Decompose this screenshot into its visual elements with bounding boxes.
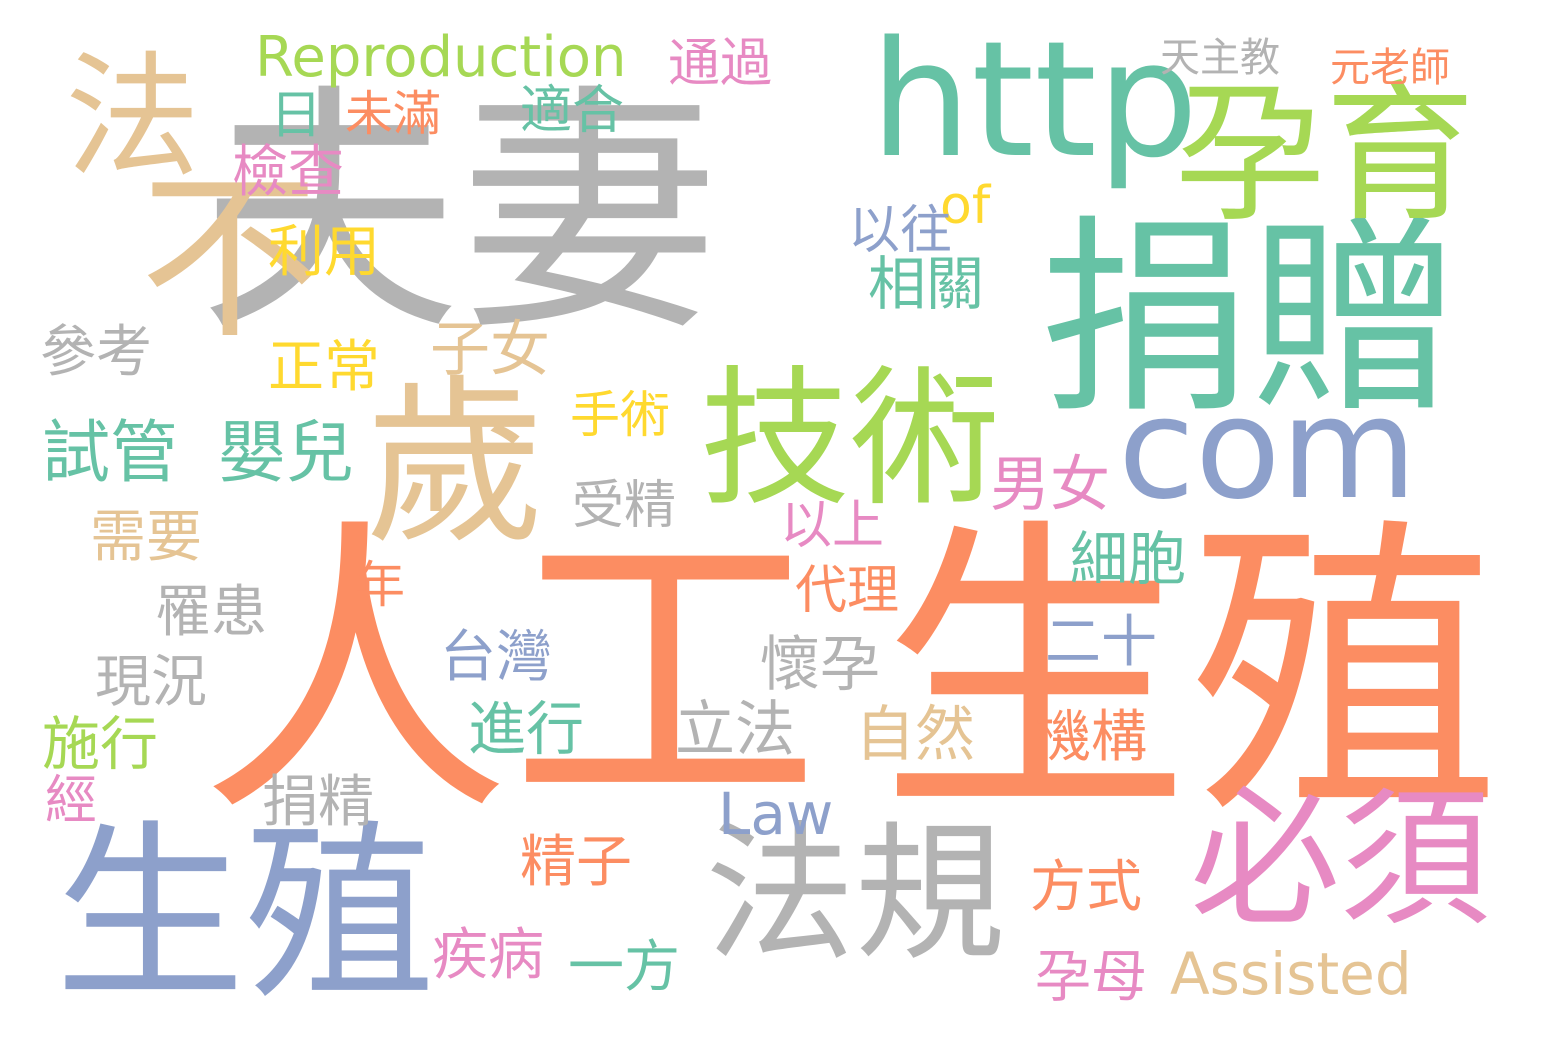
word-bixu: 必須 [1190, 773, 1491, 947]
word-yifang: 一方 [568, 935, 680, 1000]
word-jing: 經 [45, 771, 98, 831]
word-shixing: 施行 [42, 710, 159, 778]
word-assisted: Assisted [1170, 940, 1412, 1008]
word-shiguan: 試管 [42, 414, 179, 493]
word-cankao: 參考 [40, 320, 152, 385]
word-fangshi: 方式 [1030, 855, 1142, 920]
word-yuanlaoshi: 元老師 [1330, 45, 1450, 91]
word-jigou: 機構 [1035, 705, 1147, 770]
word-jishu: 技術 [700, 353, 1001, 527]
word-http: http [870, 6, 1199, 193]
word-yunmu: 孕母 [1035, 945, 1147, 1010]
word-xibao: 細胞 [1070, 525, 1187, 593]
word-zhengchang: 正常 [268, 335, 380, 400]
word-liyong: 利用 [268, 220, 380, 285]
word-jingzi: 精子 [520, 830, 632, 895]
word-tongguo: 通過 [668, 34, 773, 94]
word-taiwan: 台灣 [440, 625, 552, 690]
word-reproduction: Reproduction [255, 25, 627, 90]
word-weiman: 未滿 [345, 86, 442, 142]
word-ri: 日 [270, 86, 323, 146]
word-nannv: 男女 [990, 450, 1110, 520]
word-tianzhujiao: 天主教 [1160, 35, 1280, 81]
word-jiancha: 檢查 [232, 140, 344, 205]
word-ziran: 自然 [855, 700, 975, 770]
word-yinger: 嬰兒 [218, 414, 355, 493]
word-xiankuang: 現況 [95, 650, 207, 715]
word-lifa: 立法 [675, 695, 795, 765]
word-xiangguan: 相關 [868, 250, 985, 318]
word-com: com [1118, 368, 1418, 531]
word-shihe: 適合 [520, 81, 625, 141]
word-sui: 歲 [365, 360, 546, 569]
word-shengzhi-blue: 生殖 [55, 804, 436, 1025]
word-shoushu: 手術 [570, 386, 670, 444]
word-shoujing: 受精 [572, 476, 677, 536]
word-zinv: 子女 [430, 315, 550, 385]
word-yishang: 以上 [780, 496, 885, 556]
word-cloud: 人工 生殖 夫妻 捐贈 孕育 http 技術 生殖 歲 不 法 com 法規 必… [0, 0, 1548, 1052]
word-nian: 年 [355, 556, 405, 614]
word-yiwang: 以往 [848, 201, 953, 261]
word-juanjing: 捐精 [262, 770, 374, 835]
word-fa: 法 [65, 39, 200, 196]
word-yunyu: 孕育 [1175, 68, 1476, 242]
word-lihuan: 罹患 [155, 580, 267, 645]
word-ershi: 二十 [1045, 610, 1157, 675]
word-jibing: 疾病 [432, 923, 544, 988]
word-law: Law [718, 780, 834, 848]
word-huaiyun: 懷孕 [760, 630, 880, 700]
word-daili: 代理 [795, 561, 900, 621]
word-jinxing: 進行 [468, 695, 585, 763]
word-xuyao: 需要 [90, 505, 202, 570]
